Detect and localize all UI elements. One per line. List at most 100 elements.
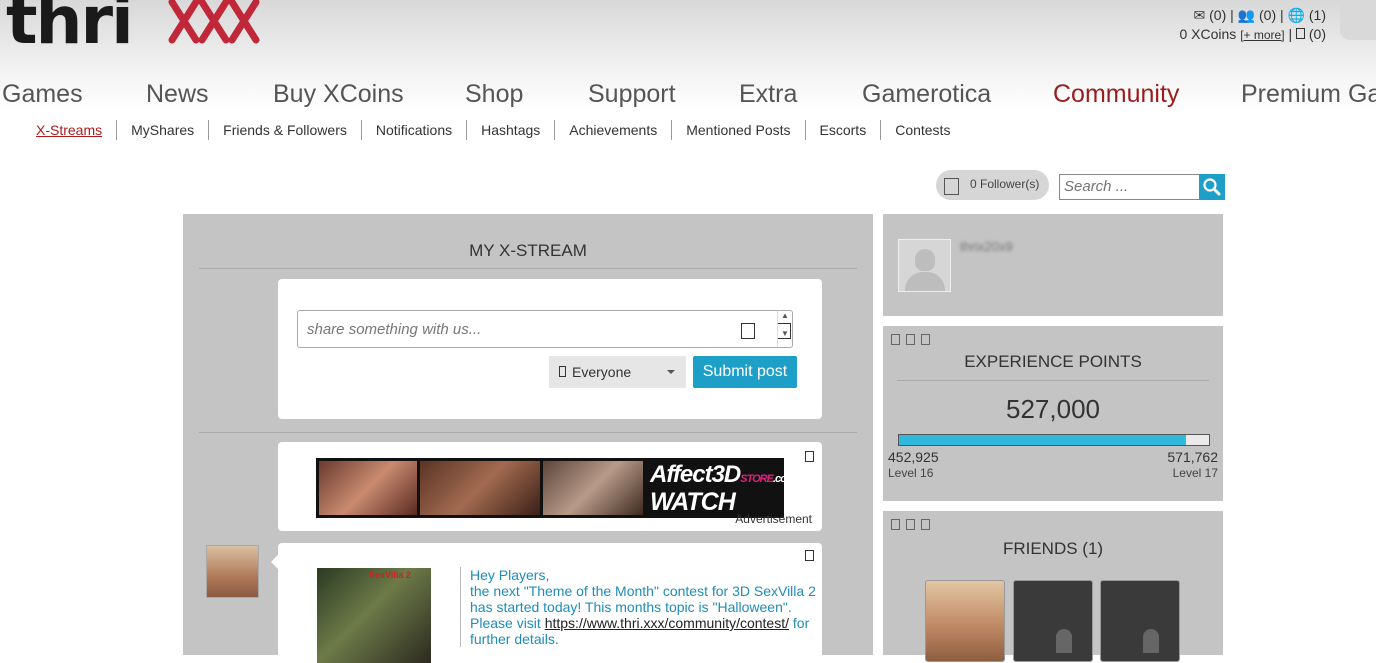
nav-games[interactable]: Games bbox=[2, 80, 83, 109]
profile-username[interactable]: thrix20x9 bbox=[960, 239, 1013, 254]
followers-count: 0 Follower(s) bbox=[970, 177, 1040, 191]
post-line: Please visit https://www.thri.xxx/commun… bbox=[470, 615, 818, 647]
user-status-box: ✉ (0) | 👥 (0) | 🌐 (1) 0 XCoins [+ more] … bbox=[1180, 6, 1327, 45]
move-icon[interactable] bbox=[906, 334, 915, 345]
community-subnav: X-Streams MyShares Friends & Followers Noti… bbox=[36, 120, 964, 140]
post-image[interactable]: SexVilla 2 bbox=[317, 568, 431, 663]
user-avatar[interactable] bbox=[1340, 0, 1376, 40]
friends-icon[interactable]: 👥 bbox=[1238, 7, 1255, 23]
subnav-x-streams[interactable]: X-Streams bbox=[36, 120, 118, 140]
ad-domain: .com bbox=[772, 473, 784, 485]
nav-support[interactable]: Support bbox=[588, 80, 676, 109]
submit-post-button[interactable]: Submit post bbox=[693, 356, 797, 388]
advertisement-box: Affect3DSTORE.com WATCH NOW! Advertiseme… bbox=[278, 442, 822, 531]
privacy-value: Everyone bbox=[572, 364, 632, 380]
search-icon bbox=[1203, 178, 1221, 196]
privacy-icon bbox=[559, 366, 566, 377]
ad-banner[interactable]: Affect3DSTORE.com WATCH NOW! bbox=[316, 458, 784, 518]
minimize-icon[interactable] bbox=[891, 334, 900, 345]
nav-premium-games[interactable]: Premium Ga bbox=[1241, 80, 1376, 109]
followers-button[interactable]: 0 Follower(s) bbox=[936, 170, 1049, 200]
subnav-hashtags[interactable]: Hashtags bbox=[467, 120, 556, 140]
attach-image-icon[interactable] bbox=[741, 323, 755, 339]
ad-image bbox=[543, 461, 643, 515]
separator: | bbox=[1288, 26, 1293, 42]
globe-icon[interactable]: 🌐 bbox=[1288, 7, 1305, 23]
search-button[interactable] bbox=[1199, 174, 1225, 200]
xp-min: 452,925 bbox=[888, 449, 939, 465]
panel-controls[interactable] bbox=[891, 519, 936, 533]
post-text-fragment: Please visit bbox=[470, 615, 545, 631]
share-placeholder: share something with us... bbox=[307, 321, 482, 338]
minimize-icon[interactable] bbox=[891, 519, 900, 530]
subnav-mentioned-posts[interactable]: Mentioned Posts bbox=[672, 120, 806, 140]
xp-progress-fill bbox=[899, 435, 1187, 445]
logo-xxx-graphic bbox=[168, 0, 260, 44]
ad-image bbox=[319, 461, 417, 515]
user-counters: ✉ (0) | 👥 (0) | 🌐 (1) bbox=[1180, 6, 1327, 25]
ad-brand-text: Affect3D bbox=[650, 461, 741, 488]
nav-shop[interactable]: Shop bbox=[465, 80, 523, 109]
divider bbox=[199, 268, 857, 269]
xp-title: EXPERIENCE POINTS bbox=[964, 352, 1142, 371]
more-link[interactable]: [+ more] bbox=[1240, 28, 1284, 42]
logo-text: thri bbox=[6, 0, 134, 59]
subnav-myshares[interactable]: MyShares bbox=[117, 120, 210, 140]
chevron-down-icon bbox=[667, 370, 675, 374]
x-stream-panel: MY X-STREAM share something with us... ▲… bbox=[183, 214, 873, 663]
move-icon[interactable] bbox=[906, 519, 915, 530]
textarea-scrollbar[interactable]: ▲ ▼ bbox=[777, 311, 792, 347]
divider bbox=[897, 380, 1209, 381]
subnav-friends-followers[interactable]: Friends & Followers bbox=[209, 120, 362, 140]
share-textarea[interactable]: share something with us... ▲ ▼ bbox=[297, 310, 793, 348]
notifications-count[interactable]: (1) bbox=[1309, 7, 1326, 23]
contest-link[interactable]: https://www.thri.xxx/community/contest/ bbox=[545, 615, 789, 631]
add-friend-icon bbox=[1056, 629, 1072, 653]
ad-image bbox=[420, 461, 540, 515]
subnav-escorts[interactable]: Escorts bbox=[806, 120, 882, 140]
profile-avatar[interactable] bbox=[898, 239, 951, 292]
search-input[interactable] bbox=[1060, 175, 1194, 197]
post-author-avatar[interactable] bbox=[206, 545, 259, 598]
subnav-achievements[interactable]: Achievements bbox=[555, 120, 673, 140]
nav-extra[interactable]: Extra bbox=[739, 80, 797, 109]
separator: | bbox=[1280, 7, 1284, 23]
stream-title: MY X-STREAM bbox=[469, 241, 587, 260]
post-line: Hey Players, bbox=[470, 567, 550, 583]
friend-avatar[interactable] bbox=[925, 580, 1005, 662]
empty-friend-slot[interactable] bbox=[1100, 580, 1180, 662]
privacy-select[interactable]: Everyone bbox=[549, 356, 686, 388]
cart-count[interactable]: (0) bbox=[1309, 26, 1326, 42]
new-post-box: share something with us... ▲ ▼ Everyone S… bbox=[278, 279, 822, 419]
messages-icon[interactable]: ✉ bbox=[1194, 7, 1206, 23]
xp-max: 571,762 bbox=[1167, 449, 1218, 465]
panel-controls[interactable] bbox=[891, 334, 936, 348]
subnav-notifications[interactable]: Notifications bbox=[362, 120, 468, 140]
nav-news[interactable]: News bbox=[146, 80, 209, 109]
separator: | bbox=[1230, 7, 1234, 23]
messages-count[interactable]: (0) bbox=[1209, 7, 1226, 23]
subnav-contests[interactable]: Contests bbox=[881, 120, 964, 140]
ad-label: Advertisement bbox=[735, 512, 812, 526]
stream-post: SexVilla 2 Hey Players, the next "Theme … bbox=[278, 543, 822, 663]
avatar-body bbox=[905, 272, 945, 291]
xp-progress-bar bbox=[898, 434, 1210, 446]
report-flag-icon[interactable] bbox=[805, 550, 814, 561]
empty-friend-slot[interactable] bbox=[1013, 580, 1093, 662]
xcoins-balance: 0 XCoins bbox=[1179, 26, 1237, 42]
close-icon[interactable] bbox=[921, 519, 930, 530]
nav-community[interactable]: Community bbox=[1053, 80, 1179, 109]
followers-icon bbox=[944, 178, 959, 195]
level-current: Level 16 bbox=[888, 466, 934, 480]
close-icon[interactable] bbox=[921, 334, 930, 345]
profile-panel: thrix20x9 bbox=[883, 214, 1223, 316]
post-text: Hey Players, the next "Theme of the Mont… bbox=[460, 567, 818, 647]
nav-gamerotica[interactable]: Gamerotica bbox=[862, 80, 991, 109]
post-line: the next "Theme of the Month" contest fo… bbox=[470, 583, 816, 615]
friend-requests-count[interactable]: (0) bbox=[1259, 7, 1276, 23]
report-flag-icon[interactable] bbox=[805, 451, 814, 462]
cart-icon[interactable] bbox=[1295, 28, 1305, 39]
friends-panel: FRIENDS (1) bbox=[883, 511, 1223, 662]
nav-buy-xcoins[interactable]: Buy XCoins bbox=[273, 80, 404, 109]
post-image-label: SexVilla 2 bbox=[369, 570, 411, 580]
